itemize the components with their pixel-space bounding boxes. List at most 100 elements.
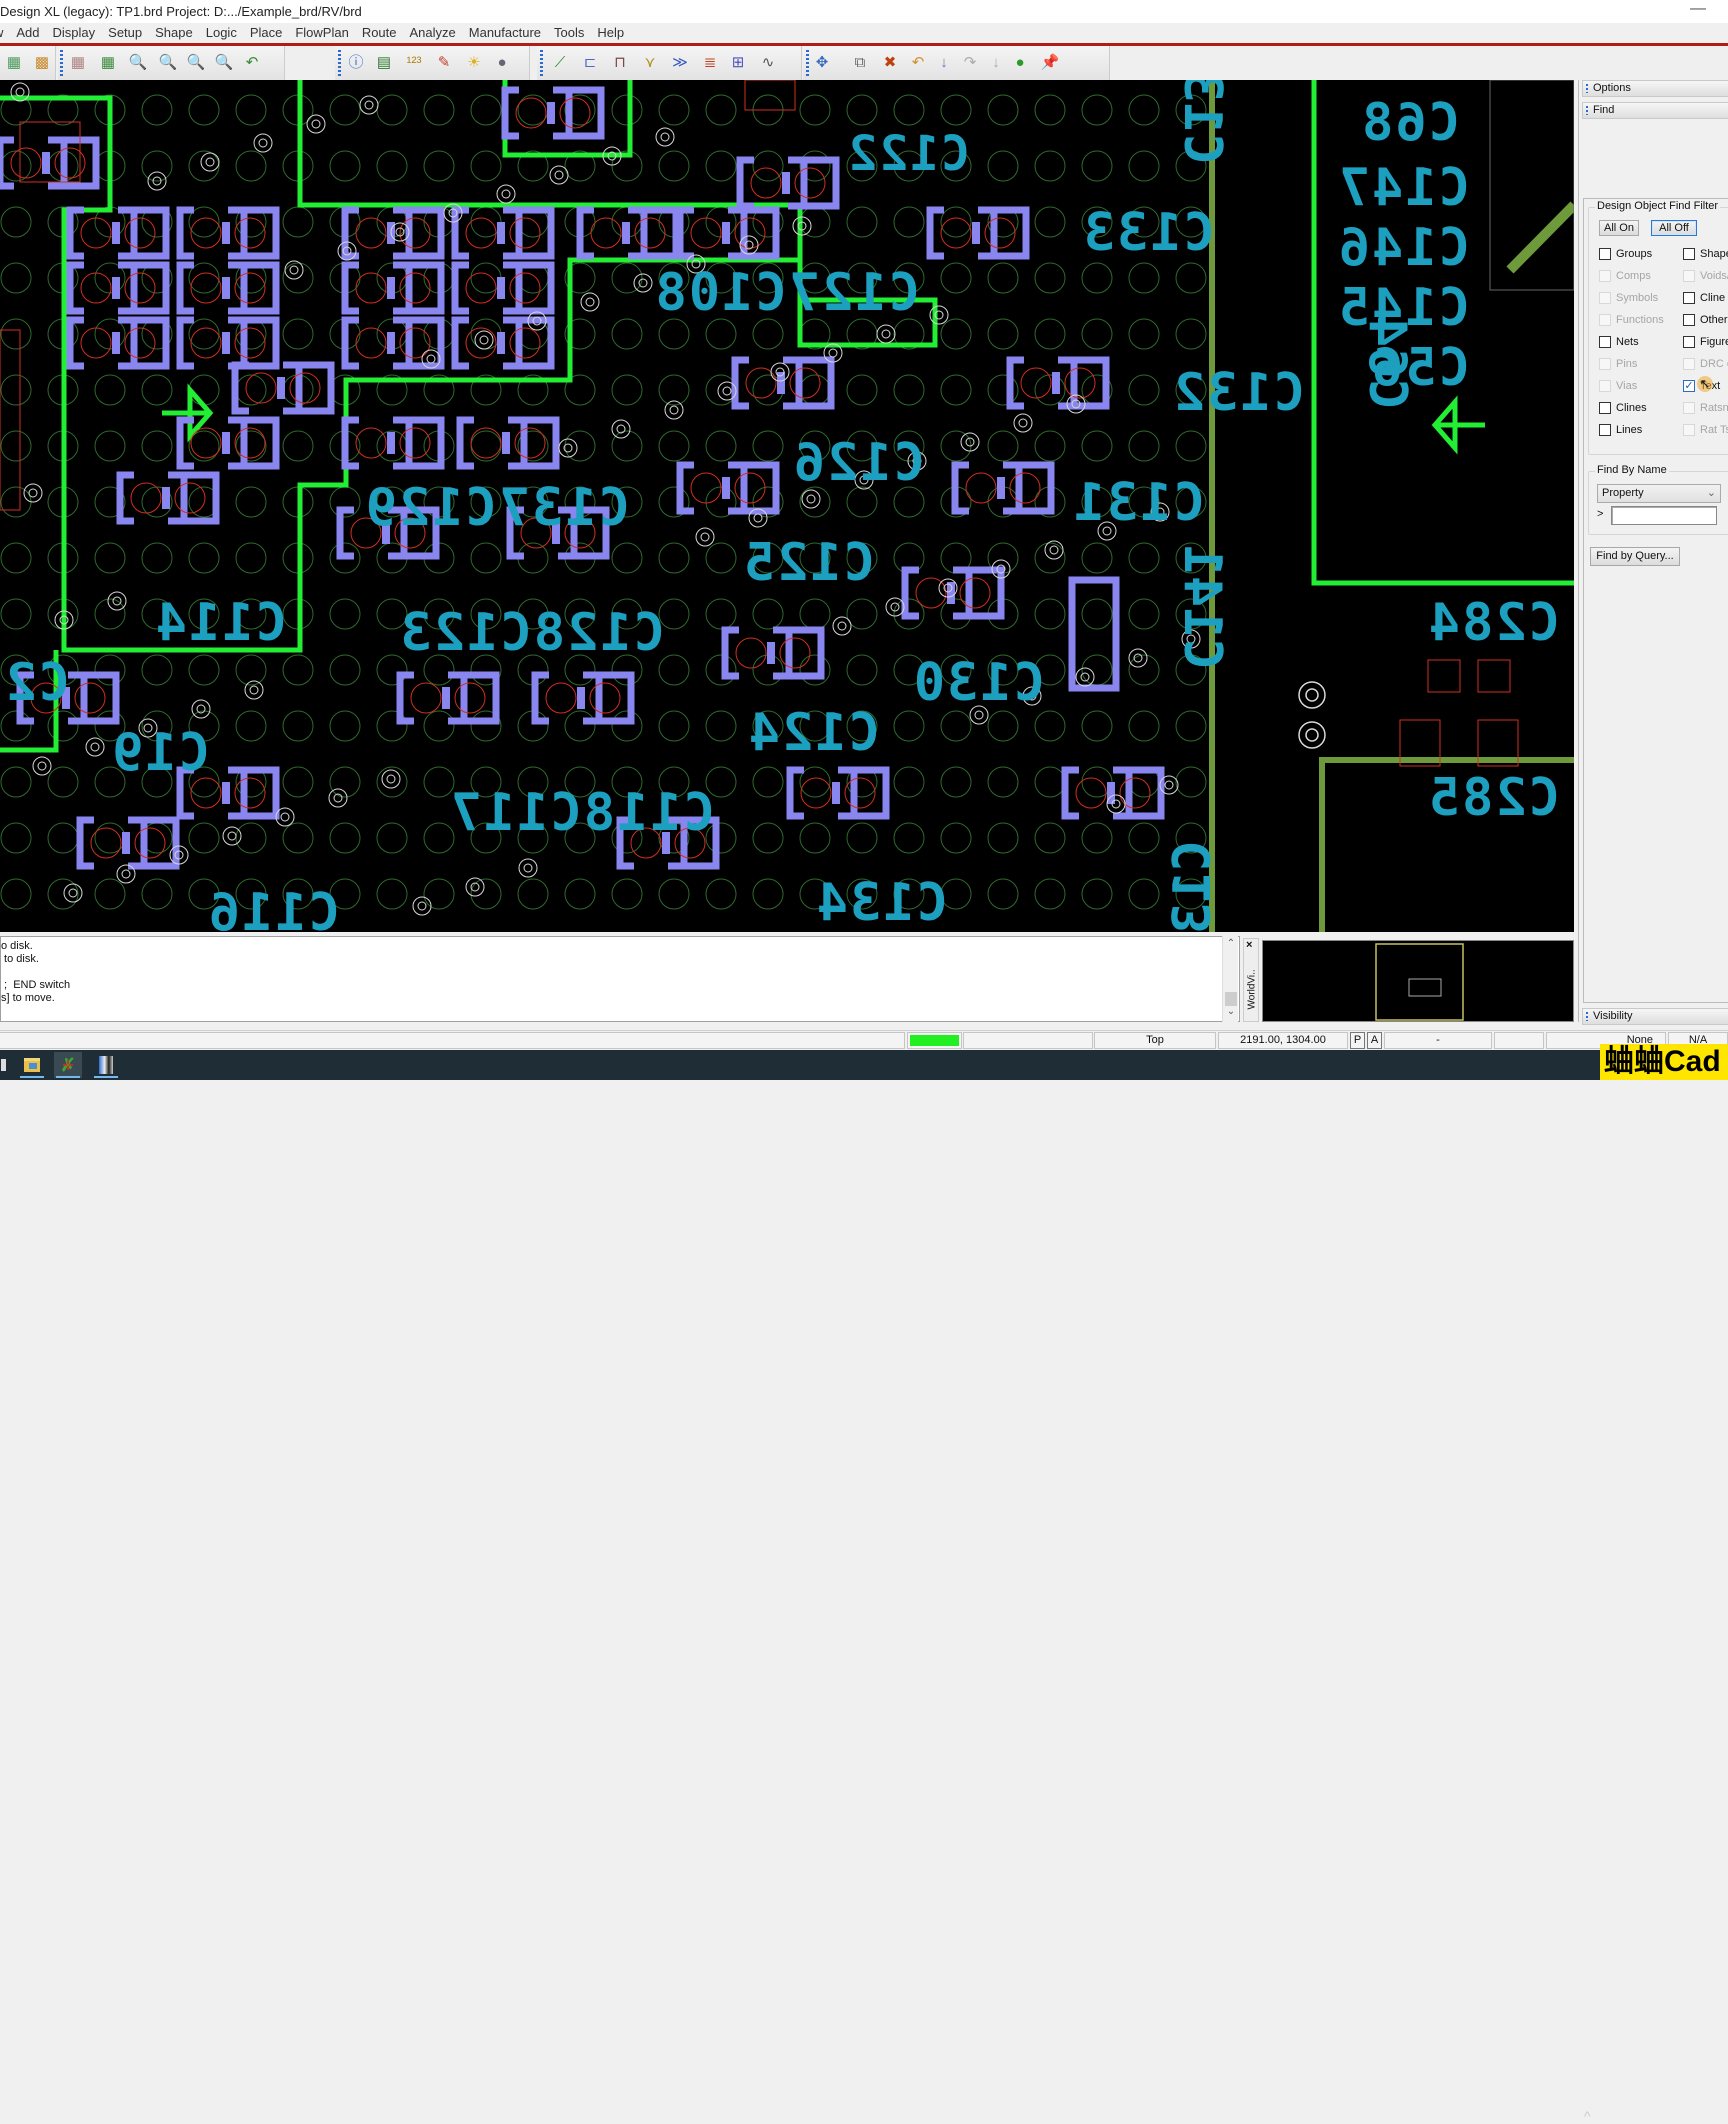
find-by-name-input[interactable]: [1611, 506, 1717, 525]
vertical-stack-icon[interactable]: ≣: [698, 51, 722, 75]
console-scrollbar[interactable]: ⌃ ⌄: [1222, 936, 1238, 1022]
checkbox-icon[interactable]: [1683, 270, 1695, 282]
checkbox-icon[interactable]: [1683, 402, 1695, 414]
slide-icon[interactable]: ⊏: [578, 51, 602, 75]
toolbar-grip[interactable]: [60, 50, 63, 77]
add-connect-icon[interactable]: ⟋: [548, 51, 572, 75]
tray-expand-icon[interactable]: ^: [1584, 2108, 1591, 2124]
property-icon[interactable]: ▤: [372, 51, 396, 75]
checkbox-icon[interactable]: [1599, 292, 1611, 304]
undo-down-icon[interactable]: ↓: [932, 51, 956, 75]
layer-icon[interactable]: ▦: [2, 51, 26, 75]
pin-icon[interactable]: 📌: [1038, 51, 1062, 75]
color-icon[interactable]: ▩: [30, 51, 54, 75]
scroll-up-icon[interactable]: ⌃: [1225, 938, 1237, 950]
start-icon[interactable]: [0, 1052, 14, 1078]
checkbox-icon[interactable]: [1599, 424, 1611, 436]
menu-setup[interactable]: Setup: [108, 23, 142, 43]
toolbar-grip[interactable]: [540, 50, 543, 77]
custom-smooth-icon[interactable]: ⋎: [638, 51, 662, 75]
redo-icon[interactable]: ↷: [958, 51, 982, 75]
menu-flowplan[interactable]: FlowPlan: [295, 23, 348, 43]
checkbox-icon[interactable]: [1599, 402, 1611, 414]
green-comment-icon[interactable]: ●: [1008, 51, 1032, 75]
worldview-close-icon[interactable]: ×: [1246, 939, 1252, 951]
view-rectangle[interactable]: [1408, 978, 1442, 997]
checkbox-icon[interactable]: [1599, 336, 1611, 348]
menu-logic[interactable]: Logic: [206, 23, 237, 43]
menu-w[interactable]: w: [0, 23, 3, 43]
checkbox-icon[interactable]: [1599, 358, 1611, 370]
board-drawing[interactable]: C122 C133 C127C108 C132 C126 C137C129 C131 C125…: [0, 80, 1574, 932]
all-on-button[interactable]: All On: [1599, 220, 1639, 236]
spread-icon[interactable]: ≫: [668, 51, 692, 75]
checkbox-icon[interactable]: [1599, 270, 1611, 282]
copy-icon[interactable]: ⧉: [848, 51, 872, 75]
menu-tools[interactable]: Tools: [554, 23, 584, 43]
filter-lines[interactable]: Lines: [1599, 422, 1642, 438]
menu-place[interactable]: Place: [250, 23, 283, 43]
find-by-name-select[interactable]: Property ⌄: [1597, 484, 1721, 503]
shadow-icon[interactable]: ☀: [462, 51, 486, 75]
scroll-down-icon[interactable]: ⌄: [1225, 1006, 1237, 1018]
checkbox-icon[interactable]: [1683, 248, 1695, 260]
info-icon[interactable]: ⓘ: [344, 51, 368, 75]
file-explorer-icon[interactable]: [18, 1052, 46, 1078]
filter-groups[interactable]: Groups: [1599, 246, 1652, 262]
checkbox-icon[interactable]: [1683, 358, 1695, 370]
a-button[interactable]: A: [1367, 1032, 1382, 1049]
menu-add[interactable]: Add: [16, 23, 39, 43]
menu-route[interactable]: Route: [362, 23, 397, 43]
move-icon[interactable]: ✥: [810, 51, 834, 75]
checkbox-icon[interactable]: [1683, 424, 1695, 436]
p-button[interactable]: P: [1350, 1032, 1365, 1049]
checkbox-icon[interactable]: [1599, 380, 1611, 392]
unrats-icon[interactable]: ▦: [66, 51, 90, 75]
zoom-in-icon[interactable]: 🔍: [184, 51, 208, 75]
highlight-icon[interactable]: ✎: [432, 51, 456, 75]
checkbox-icon[interactable]: [1683, 292, 1695, 304]
delete-icon[interactable]: ✖: [878, 51, 902, 75]
zoom-previous-icon[interactable]: ↶: [240, 51, 264, 75]
menu-help[interactable]: Help: [597, 23, 624, 43]
menu-analyze[interactable]: Analyze: [410, 23, 456, 43]
undo-icon[interactable]: ↶: [906, 51, 930, 75]
bomb-icon[interactable]: ●: [490, 51, 514, 75]
fanout-icon[interactable]: ⊞: [726, 51, 750, 75]
checkbox-icon[interactable]: [1683, 336, 1695, 348]
app-icon[interactable]: [92, 1052, 120, 1078]
visibility-panel-header[interactable]: Visibility: [1582, 1008, 1728, 1025]
filter-figures[interactable]: Figures: [1683, 334, 1728, 350]
menu-display[interactable]: Display: [53, 23, 96, 43]
menu-shape[interactable]: Shape: [155, 23, 193, 43]
all-off-button[interactable]: All Off: [1651, 220, 1697, 236]
delay-tune-icon[interactable]: ⊓: [608, 51, 632, 75]
toolbar-grip[interactable]: [338, 50, 341, 77]
worldview-map[interactable]: [1263, 941, 1575, 1023]
bundle-icon[interactable]: ∿: [756, 51, 780, 75]
find-by-query-button[interactable]: Find by Query...: [1590, 547, 1680, 566]
menu-manufacture[interactable]: Manufacture: [469, 23, 541, 43]
scroll-thumb[interactable]: [1225, 992, 1237, 1006]
checkbox-icon[interactable]: [1599, 248, 1611, 260]
filter-other-segs[interactable]: Other segs: [1683, 312, 1728, 328]
filter-shapes[interactable]: Shapes: [1683, 246, 1728, 262]
zoom-window-icon[interactable]: 🔍: [126, 51, 150, 75]
board-canvas[interactable]: C122 C133 C127C108 C132 C126 C137C129 C131 C125…: [0, 80, 1574, 932]
toolbar-grip[interactable]: [806, 50, 809, 77]
find-panel-header[interactable]: Find: [1582, 102, 1728, 119]
filter-cline-segs[interactable]: Cline segs: [1683, 290, 1728, 306]
checkbox-checked-icon[interactable]: ✓: [1683, 380, 1695, 392]
worldview-panel[interactable]: [1262, 940, 1574, 1022]
measure-icon[interactable]: ¹²³: [402, 51, 426, 75]
filter-clines[interactable]: Clines: [1599, 400, 1647, 416]
checkbox-icon[interactable]: [1599, 314, 1611, 326]
filter-nets[interactable]: Nets: [1599, 334, 1639, 350]
active-layer[interactable]: Top: [1094, 1032, 1216, 1049]
minimize-button[interactable]: —: [1678, 1, 1718, 20]
options-panel-header[interactable]: Options: [1582, 80, 1728, 97]
zoom-fit-icon[interactable]: 🔍: [156, 51, 180, 75]
checkbox-icon[interactable]: [1683, 314, 1695, 326]
redo-down-icon[interactable]: ↓: [984, 51, 1008, 75]
allegro-icon[interactable]: ✗ ✛: [54, 1052, 82, 1078]
